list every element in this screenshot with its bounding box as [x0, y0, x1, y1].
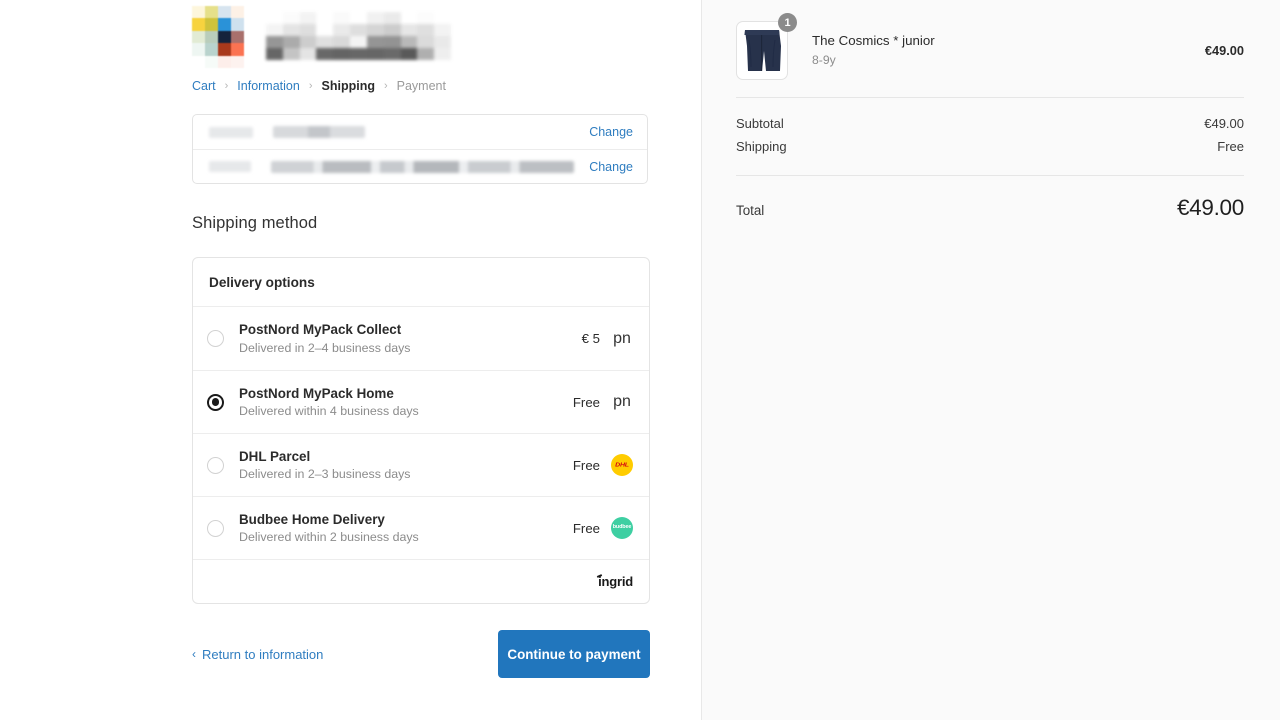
delivery-option-text: DHL Parcel Delivered in 2–3 business days: [239, 449, 411, 482]
dhl-logo-icon: DHL: [611, 454, 633, 476]
summary-line-value: €49.00: [1204, 116, 1244, 131]
carrier-logo-label: pn: [613, 393, 631, 411]
radio-postnord-mypack-collect[interactable]: [207, 330, 224, 347]
product-thumbnail-wrap: 1: [736, 21, 788, 80]
delivery-options-card: Delivery options PostNord MyPack Collect…: [192, 257, 650, 604]
change-contact-link[interactable]: Change: [589, 125, 633, 139]
checkout-main-pane: Cart › Information › Shipping › Payment Change…: [0, 0, 701, 720]
change-address-link[interactable]: Change: [589, 160, 633, 174]
product-details: The Cosmics * junior 8-9y: [812, 33, 935, 68]
product-name: The Cosmics * junior: [812, 33, 935, 49]
delivery-option-eta: Delivered in 2–3 business days: [239, 467, 411, 481]
carrier-logo-label: DHL: [615, 462, 629, 468]
product-variant: 8-9y: [812, 53, 935, 68]
radio-budbee-home-delivery[interactable]: [207, 520, 224, 537]
delivery-provider-footer: ingrid: [193, 559, 649, 603]
delivery-option-text: PostNord MyPack Collect Delivered in 2–4 …: [239, 322, 411, 355]
delivery-option-name: DHL Parcel: [239, 449, 411, 464]
shipping-method-title: Shipping method: [192, 214, 701, 233]
breadcrumb-item-information[interactable]: Information: [237, 79, 300, 93]
breadcrumb-separator: ›: [225, 81, 229, 92]
return-to-information-link[interactable]: ‹ Return to information: [192, 647, 323, 662]
delivery-option-price: € 5: [582, 331, 600, 346]
quantity-badge: 1: [778, 13, 797, 32]
store-header: [192, 0, 701, 66]
carrier-logo-label: pn: [613, 330, 631, 348]
product-price: €49.00: [1205, 43, 1244, 58]
delivery-option-price: Free: [573, 395, 600, 410]
contact-row[interactable]: Change: [193, 115, 647, 149]
address-value-redacted: [271, 161, 574, 173]
contact-value-redacted: [273, 126, 365, 138]
delivery-option-price: Free: [573, 521, 600, 536]
delivery-options-heading: Delivery options: [193, 258, 649, 306]
delivery-option-eta: Delivered within 4 business days: [239, 404, 419, 418]
summary-line-label: Shipping: [736, 139, 787, 154]
breadcrumb-separator: ›: [384, 81, 388, 92]
continue-to-payment-button[interactable]: Continue to payment: [498, 630, 650, 678]
delivery-option-name: PostNord MyPack Collect: [239, 322, 411, 337]
checkout-actions: ‹ Return to information Continue to paym…: [192, 630, 650, 678]
product-image: [736, 21, 788, 80]
chevron-left-icon: ‹: [192, 648, 196, 660]
budbee-logo-icon: budbee: [611, 517, 633, 539]
delivery-option-eta: Delivered within 2 business days: [239, 530, 419, 544]
radio-dhl-parcel[interactable]: [207, 457, 224, 474]
delivery-option-postnord-mypack-home[interactable]: PostNord MyPack Home Delivered within 4 b…: [193, 370, 649, 433]
ingrid-logo: ingrid: [596, 574, 633, 589]
contact-address-card: Change Change: [192, 114, 648, 184]
postnord-logo-icon: pn: [611, 328, 633, 350]
delivery-option-price: Free: [573, 458, 600, 473]
delivery-option-postnord-mypack-collect[interactable]: PostNord MyPack Collect Delivered in 2–4 …: [193, 307, 649, 370]
radio-postnord-mypack-home[interactable]: [207, 394, 224, 411]
summary-line-subtotal: Subtotal €49.00: [736, 112, 1244, 135]
delivery-option-name: Budbee Home Delivery: [239, 512, 419, 527]
delivery-option-name: PostNord MyPack Home: [239, 386, 419, 401]
summary-line-value: Free: [1217, 139, 1244, 154]
store-logo-blurred: [192, 6, 244, 68]
breadcrumb: Cart › Information › Shipping › Payment: [192, 76, 701, 96]
breadcrumb-item-shipping: Shipping: [322, 79, 375, 93]
summary-line-shipping: Shipping Free: [736, 135, 1244, 158]
breadcrumb-item-cart[interactable]: Cart: [192, 79, 216, 93]
delivery-option-text: Budbee Home Delivery Delivered within 2 b…: [239, 512, 419, 545]
breadcrumb-item-payment: Payment: [397, 79, 446, 93]
breadcrumb-separator: ›: [309, 81, 313, 92]
summary-line-label: Subtotal: [736, 116, 784, 131]
delivery-option-budbee-home-delivery[interactable]: Budbee Home Delivery Delivered within 2 b…: [193, 496, 649, 559]
summary-totals: Subtotal €49.00 Shipping Free: [736, 98, 1244, 158]
address-label-redacted: [209, 161, 251, 172]
grand-total-value: €49.00: [1177, 195, 1244, 221]
order-line-item: 1 The Cosmics * junior 8-9y €49.00: [736, 0, 1244, 86]
postnord-logo-icon: pn: [611, 391, 633, 413]
grand-total-label: Total: [736, 203, 764, 218]
delivery-options-list: PostNord MyPack Collect Delivered in 2–4 …: [193, 306, 649, 559]
checkout-page: Cart › Information › Shipping › Payment Change…: [0, 0, 1280, 720]
carrier-logo-label: budbee: [613, 525, 632, 530]
delivery-option-eta: Delivered in 2–4 business days: [239, 341, 411, 355]
contact-label-redacted: [209, 127, 253, 138]
delivery-option-dhl-parcel[interactable]: DHL Parcel Delivered in 2–3 business days…: [193, 433, 649, 496]
store-wordmark-blurred: [266, 12, 451, 60]
order-summary-pane: 1 The Cosmics * junior 8-9y €49.00 Subto…: [701, 0, 1280, 720]
shipping-address-row[interactable]: Change: [193, 149, 647, 183]
return-link-label: Return to information: [202, 647, 323, 662]
delivery-option-text: PostNord MyPack Home Delivered within 4 b…: [239, 386, 419, 419]
grand-total-row: Total €49.00: [736, 176, 1244, 221]
